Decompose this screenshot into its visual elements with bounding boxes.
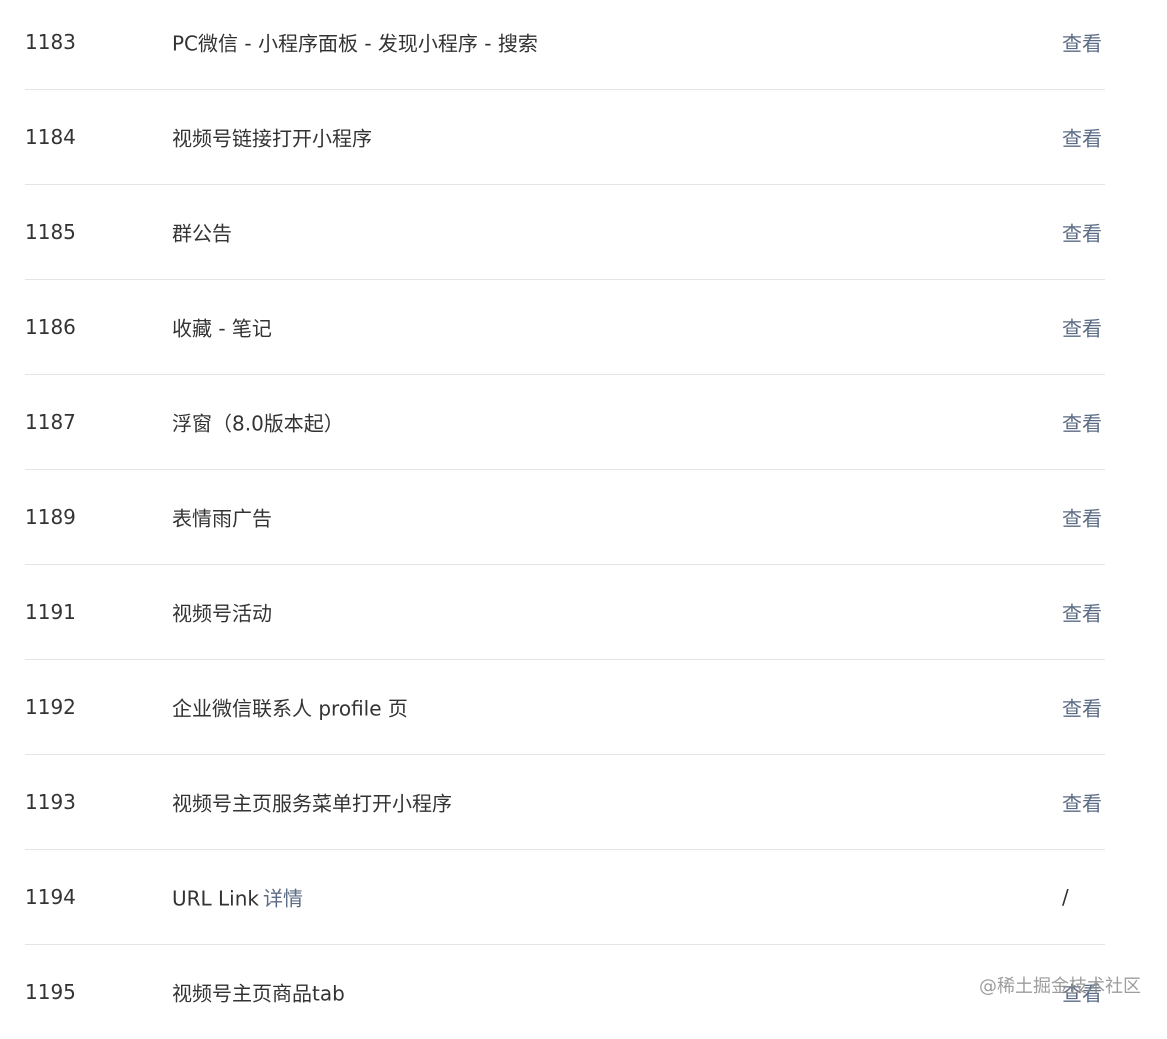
table-row: 1191 视频号活动 查看 xyxy=(25,565,1105,660)
scene-name-text: 视频号主页商品tab xyxy=(172,982,345,1006)
scene-id: 1193 xyxy=(25,790,76,814)
scene-name: 收藏 - 笔记 xyxy=(172,313,272,342)
scene-name-text: 收藏 - 笔记 xyxy=(172,317,272,341)
view-link[interactable]: 查看 xyxy=(1062,503,1102,532)
table-row: 1189 表情雨广告 查看 xyxy=(25,470,1105,565)
view-link[interactable]: 查看 xyxy=(1062,408,1102,437)
scene-name: 企业微信联系人 profile 页 xyxy=(172,693,408,722)
scene-id: 1192 xyxy=(25,695,76,719)
scene-name: 视频号链接打开小程序 xyxy=(172,123,372,152)
scene-name-text: URL Link xyxy=(172,887,259,911)
scene-id: 1194 xyxy=(25,885,76,909)
scene-id: 1183 xyxy=(25,30,76,54)
scene-id: 1187 xyxy=(25,410,76,434)
table-row: 1193 视频号主页服务菜单打开小程序 查看 xyxy=(25,755,1105,850)
table-row: 1195 视频号主页商品tab 查看 xyxy=(25,945,1105,1039)
scene-name-text: 群公告 xyxy=(172,222,232,246)
view-link[interactable]: 查看 xyxy=(1062,788,1102,817)
scene-name: 表情雨广告 xyxy=(172,503,272,532)
view-link[interactable]: 查看 xyxy=(1062,693,1102,722)
scene-id: 1184 xyxy=(25,125,76,149)
table-row: 1194 URL Link详情 / xyxy=(25,850,1105,945)
scene-name-text: 浮窗（8.0版本起） xyxy=(172,412,344,436)
view-link[interactable]: 查看 xyxy=(1062,313,1102,342)
scene-name-text: 企业微信联系人 profile 页 xyxy=(172,697,408,721)
scene-name: 视频号活动 xyxy=(172,598,272,627)
table-row: 1184 视频号链接打开小程序 查看 xyxy=(25,90,1105,185)
scene-id: 1195 xyxy=(25,980,76,1004)
scene-name: 浮窗（8.0版本起） xyxy=(172,408,344,437)
action-placeholder: / xyxy=(1062,885,1069,909)
table-row: 1187 浮窗（8.0版本起） 查看 xyxy=(25,375,1105,470)
scene-name-text: PC微信 - 小程序面板 - 发现小程序 - 搜索 xyxy=(172,32,538,56)
scene-table: 1183 PC微信 - 小程序面板 - 发现小程序 - 搜索 查看 1184 视… xyxy=(25,0,1105,1039)
table-row: 1186 收藏 - 笔记 查看 xyxy=(25,280,1105,375)
scene-id: 1189 xyxy=(25,505,76,529)
scene-name-text: 视频号链接打开小程序 xyxy=(172,127,372,151)
view-link[interactable]: 查看 xyxy=(1062,123,1102,152)
scene-name: PC微信 - 小程序面板 - 发现小程序 - 搜索 xyxy=(172,28,538,57)
table-row: 1192 企业微信联系人 profile 页 查看 xyxy=(25,660,1105,755)
scene-name-text: 表情雨广告 xyxy=(172,507,272,531)
scene-name: 视频号主页服务菜单打开小程序 xyxy=(172,788,452,817)
view-link[interactable]: 查看 xyxy=(1062,28,1102,57)
details-link[interactable]: 详情 xyxy=(263,887,303,911)
table-row: 1185 群公告 查看 xyxy=(25,185,1105,280)
watermark-text: @稀土掘金技术社区 xyxy=(979,972,1141,998)
scene-id: 1185 xyxy=(25,220,76,244)
scene-name: 视频号主页商品tab xyxy=(172,978,345,1007)
view-link[interactable]: 查看 xyxy=(1062,218,1102,247)
scene-id: 1186 xyxy=(25,315,76,339)
scene-name: URL Link详情 xyxy=(172,883,303,912)
scene-name-text: 视频号活动 xyxy=(172,602,272,626)
scene-id: 1191 xyxy=(25,600,76,624)
table-row: 1183 PC微信 - 小程序面板 - 发现小程序 - 搜索 查看 xyxy=(25,0,1105,90)
scene-name: 群公告 xyxy=(172,218,232,247)
scene-name-text: 视频号主页服务菜单打开小程序 xyxy=(172,792,452,816)
view-link[interactable]: 查看 xyxy=(1062,598,1102,627)
